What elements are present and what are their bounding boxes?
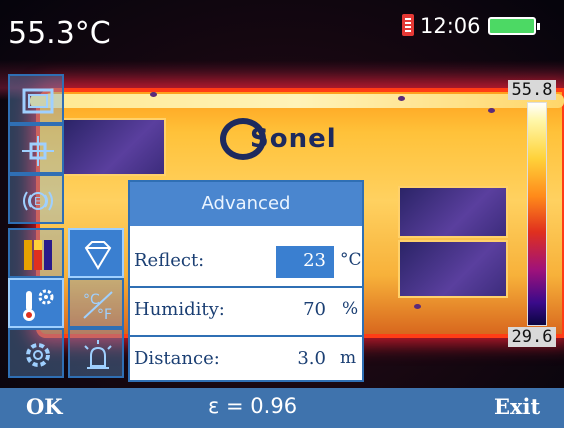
row-divider <box>130 286 362 288</box>
thermal-bolt <box>414 304 421 309</box>
distance-value[interactable]: 3.0 <box>276 348 326 369</box>
gear-icon <box>26 343 50 367</box>
thermal-window <box>62 118 166 176</box>
scale-max-value: 55.8 <box>508 80 556 100</box>
reflect-value[interactable]: 23 <box>276 250 326 271</box>
brand-logo: Sonel <box>220 118 370 162</box>
celsius-fahrenheit-icon: °C°F <box>83 291 113 322</box>
color-scale-bar <box>527 102 547 326</box>
humidity-unit: % <box>342 299 359 319</box>
sd-card-icon <box>402 14 414 36</box>
emissivity-readout: ε = 0.96 <box>208 394 298 418</box>
thermal-bolt <box>488 108 495 113</box>
reflect-unit: °C <box>340 250 362 270</box>
frame-icon <box>22 88 54 114</box>
humidity-value[interactable]: 70 <box>276 299 326 320</box>
settings-tool-button[interactable] <box>8 328 64 378</box>
thermal-bolt <box>150 92 157 97</box>
units-submenu-button[interactable]: °C °F <box>68 278 124 328</box>
thermal-image-top-edge <box>30 94 564 108</box>
palette-icon <box>24 240 52 270</box>
spot-tool-button[interactable] <box>8 124 64 174</box>
diamond-icon <box>84 241 112 270</box>
battery-icon <box>488 17 540 35</box>
exit-button[interactable]: Exit <box>494 394 540 419</box>
thermal-window <box>398 240 508 298</box>
thermometer-settings-button[interactable] <box>8 278 64 328</box>
palette-tool-button[interactable] <box>8 228 64 278</box>
bottom-bar: OK ε = 0.96 Exit <box>0 388 564 428</box>
thermometer-settings-icon <box>23 289 54 321</box>
svg-text:°F: °F <box>97 307 112 322</box>
svg-text:E: E <box>34 195 41 208</box>
frame-tool-button[interactable] <box>8 74 64 124</box>
distance-unit: m <box>340 348 357 368</box>
ok-button[interactable]: OK <box>26 394 63 419</box>
alarm-icon <box>84 340 112 369</box>
thermal-window <box>398 186 508 238</box>
clock: 12:06 <box>420 14 481 38</box>
crosshair-icon <box>22 136 54 166</box>
alarm-submenu-button[interactable] <box>68 328 124 378</box>
temperature-readout: 55.3°C <box>8 16 111 51</box>
camera-screen: Sonel 55.3°C 12:06 55.8 29.6 E °C °F Adva… <box>0 0 564 428</box>
emissivity-tool-button[interactable]: E <box>8 174 64 224</box>
advanced-submenu-button[interactable] <box>68 228 124 278</box>
panel-title: Advanced <box>130 182 362 226</box>
row-divider <box>130 335 362 337</box>
advanced-panel: Advanced Reflect: 23 °C Humidity: 70 % D… <box>128 180 364 382</box>
reflect-label: Reflect: <box>134 250 205 271</box>
humidity-label: Humidity: <box>134 299 225 320</box>
emissivity-icon: E <box>23 191 53 211</box>
distance-label: Distance: <box>134 348 220 369</box>
scale-min-value: 29.6 <box>508 327 556 347</box>
thermal-bolt <box>398 96 405 101</box>
brand-logo-text: Sonel <box>250 124 337 154</box>
